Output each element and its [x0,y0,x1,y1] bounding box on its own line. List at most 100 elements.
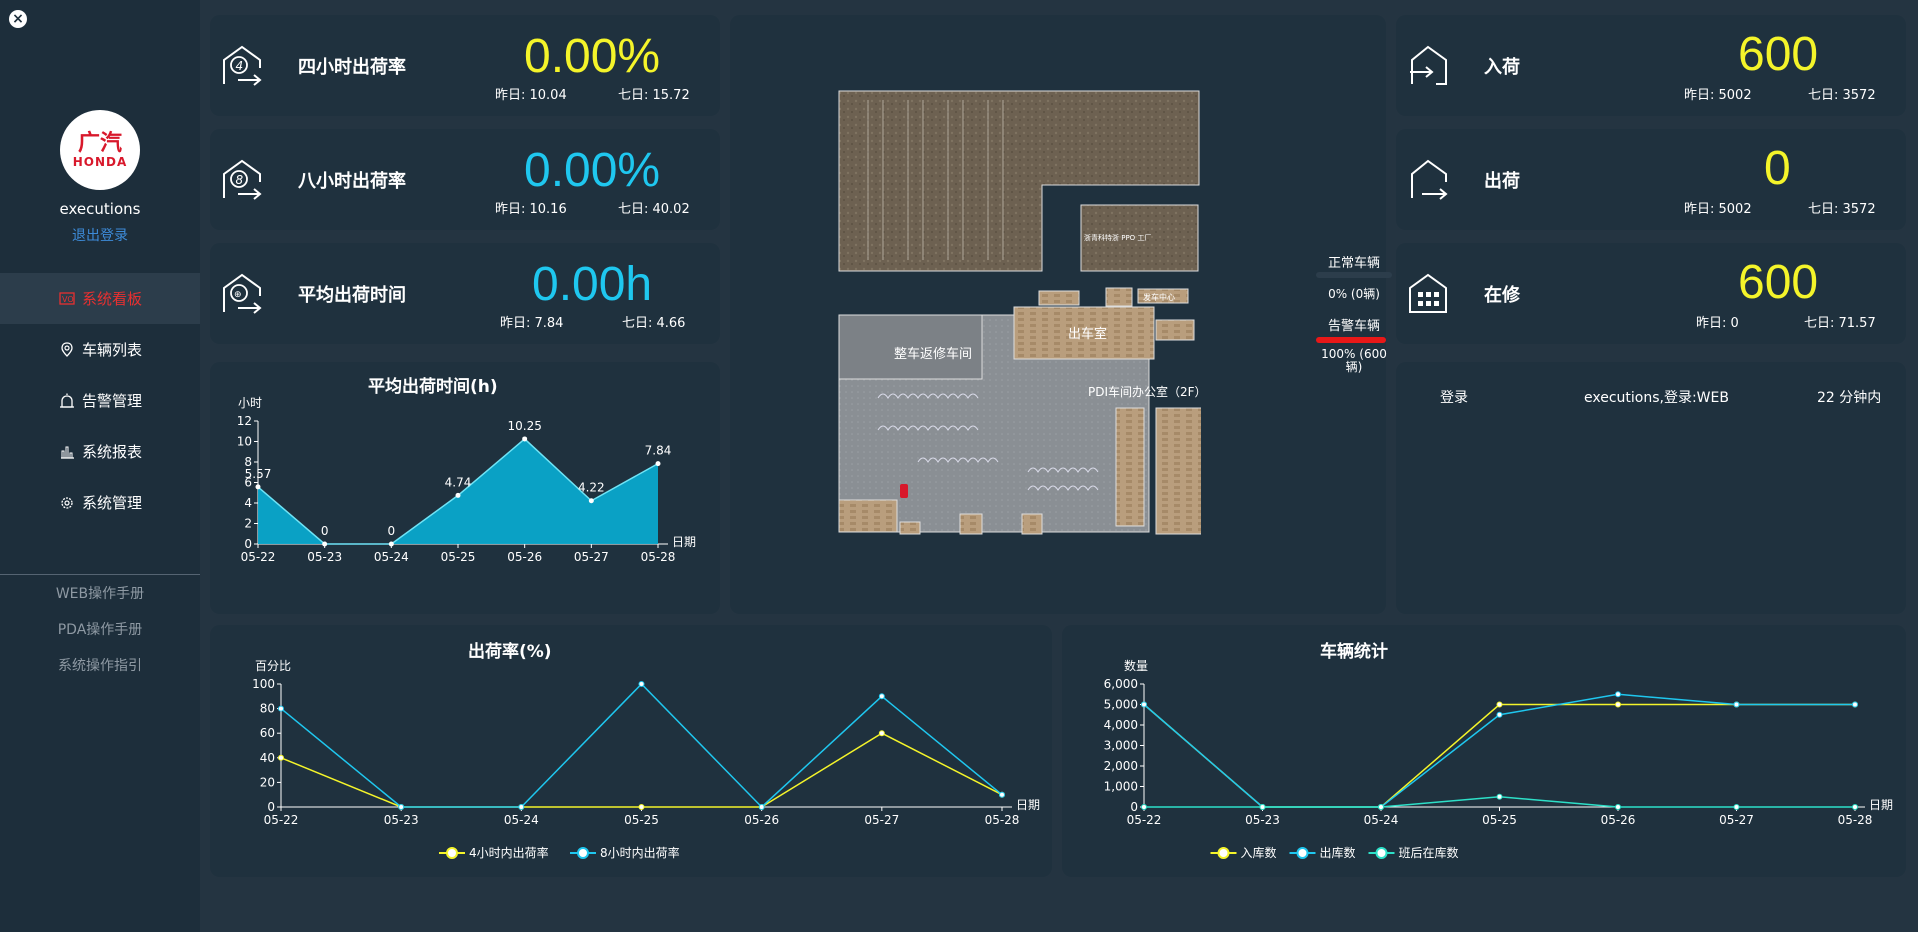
legend-alarm-bar [1316,337,1386,343]
y-tick-label: 0 [1130,800,1138,814]
data-point [1615,691,1621,698]
kpi-value: 0.00h [532,258,653,311]
sidebar-item-label: 系统看板 [82,290,143,308]
kpi-week: 七日: 40.02 [618,202,690,217]
x-tick-label: 05-28 [1838,813,1873,827]
data-point [278,705,284,712]
dashboard-icon: VO [58,290,76,308]
sidebar-item-label: 告警管理 [82,392,143,410]
data-label: 4.22 [578,481,605,495]
kpi-in-repair: 在修 600 昨日: 0 七日: 71.57 [1396,243,1906,344]
x-axis-title: 日期 [1869,798,1893,812]
data-label: 7.84 [645,444,672,458]
legend-swatch [1375,847,1388,859]
sidebar-divider [0,574,200,575]
x-tick-label: 05-24 [1364,813,1399,827]
sidebar-item-vehicles[interactable]: 车辆列表 [0,324,200,375]
kpi-value: 0.00% [524,144,661,197]
y-tick-label: 40 [260,751,275,765]
y-tick-label: 60 [260,726,275,740]
ship-rate-line-chart: 0 20 40 60 80 100 05-22 05-23 05-24 05-25 05-26 05-… [252,659,1040,860]
y-tick-label: 0 [244,537,252,551]
data-point [1378,804,1384,810]
data-point [878,730,885,737]
data-point [255,484,261,490]
system-guide-link[interactable]: 系统操作指引 [0,654,200,690]
alarm-icon [58,392,76,410]
legend-label: 入库数 [1241,845,1277,860]
pda-manual-link[interactable]: PDA操作手册 [0,618,200,654]
sidebar-item-reports[interactable]: 系统报表 [0,426,200,477]
vehicle-stats-chart-panel: 车辆统计 0 1,000 2,000 3,000 4,000 5,000 6,000 05-2… [1062,625,1906,877]
data-point [1852,804,1858,810]
y-tick-label: 100 [252,677,275,691]
kpi-label: 平均出荷时间 [298,284,406,306]
factory-map[interactable]: 浙青科特浙 PPO 工厂 整车返修车间 出车室 发车中心 PDI车间办公室（2F… [838,90,1213,535]
legend-label: 8小时内出荷率 [600,845,680,860]
kpi-yesterday: 昨日: 10.16 [495,202,567,217]
kpi-week: 七日: 15.72 [618,88,690,103]
data-point [1141,701,1147,708]
svg-text:⊕: ⊕ [234,290,242,300]
y-tick-label: 20 [260,775,275,789]
kpi-value: 0 [1764,142,1791,195]
bar-chart-icon [58,443,76,461]
avg-time-chart-panel: 平均出荷时间(h) 0 2 4 6 8 10 12 05-22 05-23 05-24 05-25 0… [210,362,720,614]
x-tick-label: 05-23 [307,550,342,564]
map-pin-icon [58,341,76,359]
data-point [638,681,645,687]
data-point [322,541,328,547]
manual-links: WEB操作手册 PDA操作手册 系统操作指引 [0,582,200,690]
sidebar-item-alarms[interactable]: 告警管理 [0,375,200,426]
data-point [1496,701,1503,708]
x-tick-label: 05-24 [374,550,409,564]
data-point [588,498,594,504]
close-icon[interactable]: × [9,10,27,28]
svg-text:8: 8 [236,173,244,187]
sidebar-item-dashboard[interactable]: VO 系统看板 [0,273,200,324]
legend-label: 出库数 [1320,845,1356,860]
map-label-factory: 浙青科特浙 PPO 工厂 [1084,233,1151,242]
legend-normal-bar [1316,272,1392,278]
legend-label: 4小时内出荷率 [469,845,549,860]
legend-normal-label: 正常车辆 [1327,256,1380,271]
data-point [878,693,885,700]
vehicle-marker[interactable] [900,484,908,498]
kpi-inbound: 入荷 600 昨日: 5002 七日: 3572 [1396,15,1906,116]
sidebar-item-label: 系统报表 [82,443,143,461]
legend-swatch [577,847,589,859]
logout-link[interactable]: 退出登录 [0,225,200,245]
kpi-label: 八小时出荷率 [298,170,406,192]
map-label-shipping: 出车室 [1068,326,1107,342]
legend-swatch [1296,847,1309,859]
sidebar-nav: VO 系统看板 车辆列表 告警管理 系统报表 系统管理 [0,273,200,528]
data-point [999,791,1005,798]
data-point [1733,804,1740,810]
data-point [522,436,528,442]
data-label: 0 [321,524,329,538]
web-manual-link[interactable]: WEB操作手册 [0,582,200,618]
x-tick-label: 05-22 [241,550,276,564]
x-tick-label: 05-25 [624,813,659,827]
map-label-dispatch: 发车中心 [1143,292,1175,302]
x-tick-label: 05-28 [641,550,676,564]
kpi-yesterday: 昨日: 5002 [1684,202,1752,217]
kpi-week: 七日: 71.57 [1804,316,1876,331]
x-tick-label: 05-27 [864,813,899,827]
login-action: 登录 [1440,390,1468,406]
y-tick-label: 10 [237,435,252,449]
kpi-avg-ship-time: ⊕ 平均出荷时间 0.00h 昨日: 7.84 七日: 4.66 [210,243,720,344]
sidebar-item-settings[interactable]: 系统管理 [0,477,200,528]
ship-rate-chart-panel: 出荷率(%) 0 20 40 60 80 100 05-22 05-23 05-24 05-25 0… [210,625,1052,877]
svg-text:4: 4 [236,59,244,73]
data-point [1259,804,1266,810]
x-tick-label: 05-26 [507,550,542,564]
svg-text:VO: VO [62,295,74,304]
four-hour-shipping-icon: 4 [223,45,262,86]
kpi-4h-ship-rate: 4 四小时出荷率 0.00% 昨日: 10.04 七日: 15.72 [210,15,720,116]
x-tick-label: 05-23 [1245,813,1280,827]
legend-alarm-label: 告警车辆 [1327,319,1380,334]
data-label: 10.25 [507,419,541,433]
legend-swatch [446,847,458,859]
username: executions [59,200,141,218]
